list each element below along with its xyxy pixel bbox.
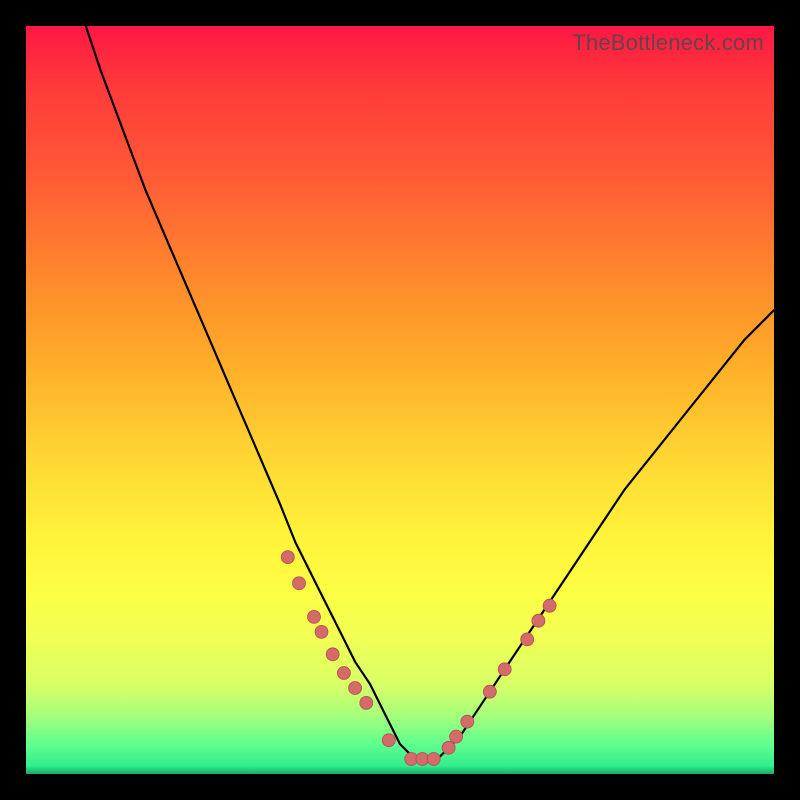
chart-frame: TheBottleneck.com: [26, 26, 774, 774]
bottleneck-curve: [26, 26, 774, 774]
curve-marker: [450, 730, 463, 743]
curve-marker: [532, 614, 545, 627]
curve-marker: [360, 696, 373, 709]
curve-marker: [543, 599, 556, 612]
curve-marker: [293, 577, 306, 590]
curve-marker: [337, 667, 350, 680]
curve-marker: [315, 625, 328, 638]
curve-marker: [427, 753, 440, 766]
curve-marker: [382, 734, 395, 747]
curve-markers: [281, 551, 556, 766]
curve-marker: [521, 633, 534, 646]
curve-marker: [498, 663, 511, 676]
curve-marker: [461, 715, 474, 728]
curve-marker: [483, 685, 496, 698]
curve-marker: [442, 741, 455, 754]
curve-marker: [308, 610, 321, 623]
curve-marker: [326, 648, 339, 661]
curve-marker: [349, 682, 362, 695]
curve-line: [86, 26, 774, 759]
curve-marker: [281, 551, 294, 564]
